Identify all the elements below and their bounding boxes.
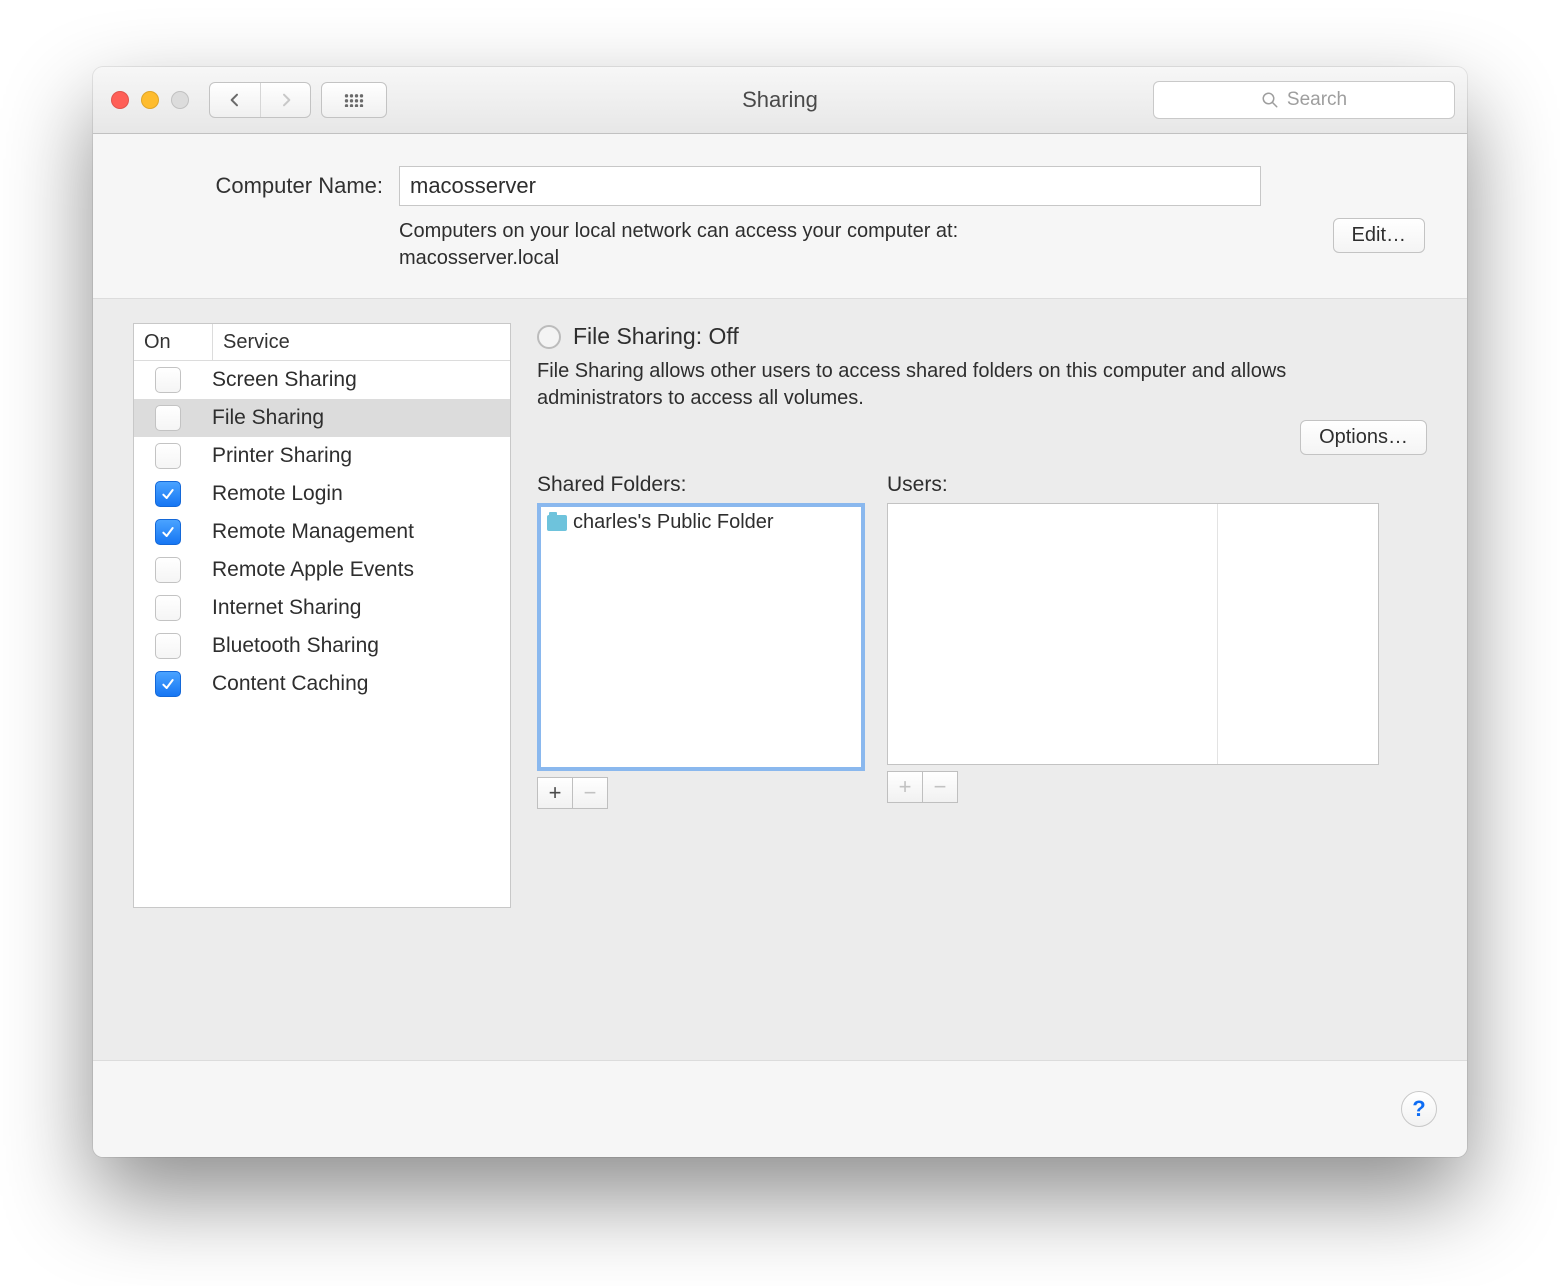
search-placeholder: Search bbox=[1287, 89, 1347, 111]
service-row[interactable]: Printer Sharing bbox=[134, 437, 510, 475]
check-icon bbox=[160, 676, 176, 692]
services-col-service: Service bbox=[213, 324, 510, 360]
service-enable-checkbox[interactable] bbox=[155, 367, 181, 393]
show-all-button[interactable] bbox=[321, 82, 387, 118]
service-name: Printer Sharing bbox=[202, 444, 510, 468]
add-shared-folder-button[interactable]: + bbox=[537, 777, 573, 809]
services-table-header: On Service bbox=[134, 324, 510, 361]
service-row[interactable]: Bluetooth Sharing bbox=[134, 627, 510, 665]
preferences-window: Sharing Search Computer Name: Computers … bbox=[93, 67, 1467, 1157]
computer-name-access-text: Computers on your local network can acce… bbox=[399, 218, 1119, 272]
footer: ? bbox=[93, 1060, 1467, 1157]
users-add-remove: + − bbox=[887, 771, 1379, 803]
search-field[interactable]: Search bbox=[1153, 81, 1455, 119]
service-enable-checkbox[interactable] bbox=[155, 405, 181, 431]
service-enable-checkbox[interactable] bbox=[155, 481, 181, 507]
service-name: Remote Management bbox=[202, 520, 510, 544]
help-button[interactable]: ? bbox=[1401, 1091, 1437, 1127]
service-name: Internet Sharing bbox=[202, 596, 510, 620]
computer-name-label: Computer Name: bbox=[133, 173, 383, 199]
shared-folder-name: charles's Public Folder bbox=[573, 511, 774, 534]
shared-folders-section: Shared Folders: charles's Public Folder … bbox=[537, 473, 865, 809]
chevron-right-icon bbox=[278, 92, 294, 108]
service-enable-checkbox[interactable] bbox=[155, 595, 181, 621]
folder-icon bbox=[547, 515, 567, 531]
plus-icon: + bbox=[899, 774, 912, 800]
shared-folders-label: Shared Folders: bbox=[537, 473, 865, 497]
service-status-title: File Sharing: Off bbox=[573, 323, 739, 350]
users-label: Users: bbox=[887, 473, 1379, 497]
service-row[interactable]: File Sharing bbox=[134, 399, 510, 437]
grid-icon bbox=[344, 93, 364, 107]
check-icon bbox=[160, 486, 176, 502]
service-enable-checkbox[interactable] bbox=[155, 633, 181, 659]
remove-shared-folder-button[interactable]: − bbox=[573, 777, 608, 809]
service-status-description: File Sharing allows other users to acces… bbox=[537, 358, 1367, 412]
close-window-button[interactable] bbox=[111, 91, 129, 109]
computer-name-input[interactable] bbox=[399, 166, 1261, 206]
shared-folders-add-remove: + − bbox=[537, 777, 865, 809]
help-icon: ? bbox=[1412, 1096, 1425, 1122]
plus-icon: + bbox=[549, 780, 562, 806]
service-name: File Sharing bbox=[202, 406, 510, 430]
service-enable-checkbox[interactable] bbox=[155, 519, 181, 545]
service-row[interactable]: Remote Apple Events bbox=[134, 551, 510, 589]
zoom-window-button[interactable] bbox=[171, 91, 189, 109]
minimize-window-button[interactable] bbox=[141, 91, 159, 109]
service-name: Remote Apple Events bbox=[202, 558, 510, 582]
content-area: On Service Screen Sharing File Sharing Pri… bbox=[93, 299, 1467, 1060]
status-indicator-icon bbox=[537, 325, 561, 349]
service-row[interactable]: Screen Sharing bbox=[134, 361, 510, 399]
window-controls bbox=[105, 91, 199, 109]
service-name: Bluetooth Sharing bbox=[202, 634, 510, 658]
users-section: Users: + − bbox=[887, 473, 1379, 809]
minus-icon: − bbox=[934, 774, 947, 800]
service-enable-checkbox[interactable] bbox=[155, 557, 181, 583]
search-icon bbox=[1261, 91, 1279, 109]
services-table: On Service Screen Sharing File Sharing Pri… bbox=[133, 323, 511, 908]
service-row[interactable]: Remote Management bbox=[134, 513, 510, 551]
services-col-on: On bbox=[134, 324, 213, 360]
check-icon bbox=[160, 524, 176, 540]
users-list[interactable] bbox=[887, 503, 1379, 765]
shared-folder-item[interactable]: charles's Public Folder bbox=[541, 507, 861, 538]
service-row[interactable]: Remote Login bbox=[134, 475, 510, 513]
shared-folders-list[interactable]: charles's Public Folder bbox=[537, 503, 865, 771]
edit-hostname-button[interactable]: Edit… bbox=[1333, 218, 1425, 253]
service-detail-pane: File Sharing: Off File Sharing allows ot… bbox=[537, 323, 1427, 809]
service-row[interactable]: Internet Sharing bbox=[134, 589, 510, 627]
chevron-left-icon bbox=[227, 92, 243, 108]
service-row[interactable]: Content Caching bbox=[134, 665, 510, 703]
titlebar: Sharing Search bbox=[93, 67, 1467, 134]
computer-name-section: Computer Name: Computers on your local n… bbox=[93, 134, 1467, 299]
service-name: Content Caching bbox=[202, 672, 510, 696]
service-name: Screen Sharing bbox=[202, 368, 510, 392]
back-button[interactable] bbox=[210, 83, 260, 117]
service-name: Remote Login bbox=[202, 482, 510, 506]
remove-user-button[interactable]: − bbox=[923, 771, 958, 803]
forward-button[interactable] bbox=[260, 83, 310, 117]
service-enable-checkbox[interactable] bbox=[155, 671, 181, 697]
minus-icon: − bbox=[584, 780, 597, 806]
nav-back-forward bbox=[209, 82, 311, 118]
service-enable-checkbox[interactable] bbox=[155, 443, 181, 469]
options-button[interactable]: Options… bbox=[1300, 420, 1427, 455]
add-user-button[interactable]: + bbox=[887, 771, 923, 803]
